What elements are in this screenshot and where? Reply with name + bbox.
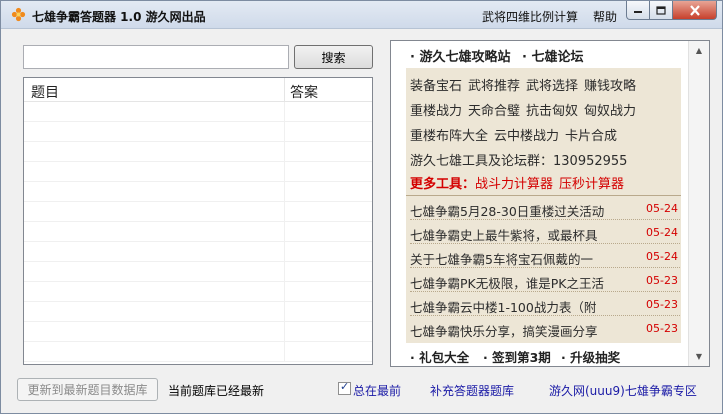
link-forum[interactable]: · 七雄论坛 [522,46,583,65]
news-title[interactable]: 关于七雄争霸5车将宝石佩戴的一 [410,249,593,268]
search-input[interactable] [23,45,289,69]
panel-top-links: · 游久七雄攻略站 · 七雄论坛 [391,41,688,67]
more-tools-label: 更多工具： [410,177,476,192]
link-general-recommend[interactable]: 武将推荐 [468,79,520,94]
search-button[interactable]: 搜索 [294,45,373,69]
menu-help[interactable]: 帮助 [593,8,617,25]
news-item[interactable]: 七雄争霸PK无极限，谁是PK之王活 05-23 [410,268,680,292]
forum-group-text: 游久七雄工具及论坛群：130952955 [410,154,628,169]
link-fate-combo[interactable]: 天命合璧 [468,104,520,119]
link-upgrade-lottery[interactable]: · 升级抽奖 [561,347,620,366]
app-window: 七雄争霸答题器 1.0 游久网出品 武将四维比例计算 帮助 搜索 题目 答案 ·… [0,0,723,414]
link-tower-power[interactable]: 重楼战力 [410,104,462,119]
empty-row [24,302,372,322]
link-strategy-site[interactable]: · 游久七雄攻略站 [410,46,510,65]
minimize-button[interactable] [626,1,650,20]
minimize-icon [634,11,642,13]
close-icon [689,4,700,16]
uuu9-zone-link[interactable]: 游久网(uuu9)七雄争霸专区 [549,382,697,399]
link-combat-calculator[interactable]: 战斗力计算器 [475,177,553,192]
news-item[interactable]: 关于七雄争霸5车将宝石佩戴的一 05-24 [410,244,680,268]
news-date: 05-23 [646,298,678,311]
column-header-question[interactable]: 题目 [31,82,59,102]
checkmark-icon: ✓ [340,380,350,393]
quick-links-box: 装备宝石 武将推荐 武将选择 赚钱攻略 重楼战力 天命合璧 抗击匈奴 匈奴战力 重楼布阵大全… [406,68,681,195]
news-date: 05-24 [646,250,678,263]
close-button[interactable] [673,1,717,20]
supplement-database-link[interactable]: 补充答题器题库 [430,382,514,399]
panel-scrollbar[interactable]: ▲ ▼ [688,41,709,366]
empty-row [24,342,372,362]
list-header: 题目 答案 [24,78,372,102]
link-gear-gems[interactable]: 装备宝石 [410,79,462,94]
menu-ratio-calculator[interactable]: 武将四维比例计算 [482,8,578,25]
news-item[interactable]: 七雄争霸快乐分享，搞笑漫画分享 05-23 [410,316,680,340]
update-database-button[interactable]: 更新到最新题目数据库 [17,378,158,401]
empty-row [24,222,372,242]
empty-row [24,102,372,122]
link-yunzhong-power[interactable]: 云中楼战力 [494,129,559,144]
question-list[interactable]: 题目 答案 [23,77,373,365]
link-general-choice[interactable]: 武将选择 [526,79,578,94]
empty-row [24,122,372,142]
link-xiongnu-power[interactable]: 匈奴战力 [584,104,636,119]
window-title: 七雄争霸答题器 1.0 游久网出品 [32,10,206,24]
news-date: 05-24 [646,202,678,215]
empty-row [24,142,372,162]
column-header-answer[interactable]: 答案 [290,82,318,102]
news-date: 05-23 [646,322,678,335]
news-title[interactable]: 七雄争霸快乐分享，搞笑漫画分享 [410,321,598,340]
orange-flower-icon [11,7,26,22]
news-item[interactable]: 七雄争霸云中楼1-100战力表（附 05-23 [410,292,680,316]
empty-row [24,282,372,302]
always-on-top-label[interactable]: 总在最前 [353,382,401,399]
news-item[interactable]: 七雄争霸5月28-30日重楼过关活动 05-24 [410,196,680,220]
empty-row [24,262,372,282]
link-seconds-calculator[interactable]: 压秒计算器 [559,177,624,192]
link-gift-packs[interactable]: · 礼包大全 [410,347,469,366]
link-card-synthesis[interactable]: 卡片合成 [565,129,617,144]
empty-row [24,202,372,222]
database-status: 当前题库已经最新 [168,384,265,398]
link-checkin[interactable]: · 签到第3期 [483,347,551,366]
news-title[interactable]: 七雄争霸史上最牛紫将，或最杯具 [410,225,598,244]
news-item[interactable]: 七雄争霸史上最牛紫将，或最杯具 05-24 [410,220,680,244]
always-on-top-checkbox[interactable]: ✓ [338,380,351,395]
news-title[interactable]: 七雄争霸云中楼1-100战力表（附 [410,297,596,316]
maximize-button[interactable] [650,1,673,20]
empty-row [24,242,372,262]
title-bar[interactable]: 七雄争霸答题器 1.0 游久网出品 武将四维比例计算 帮助 [1,1,722,29]
quick-links-row: 重楼布阵大全 云中楼战力 卡片合成 [410,125,623,144]
quick-links-row: 重楼战力 天命合璧 抗击匈奴 匈奴战力 [410,100,642,119]
news-panel: · 游久七雄攻略站 · 七雄论坛 装备宝石 武将推荐 武将选择 赚钱攻略 重楼战力 天命… [390,40,710,367]
scroll-down-arrow-icon[interactable]: ▼ [690,348,708,365]
empty-row [24,322,372,342]
panel-bottom-links: · 礼包大全 · 签到第3期 · 升级抽奖 [391,344,688,366]
news-list: 七雄争霸5月28-30日重楼过关活动 05-24 七雄争霸史上最牛紫将，或最杯具… [406,195,681,343]
empty-row [24,182,372,202]
link-fight-xiongnu[interactable]: 抗击匈奴 [526,104,578,119]
more-tools-row: 更多工具：战斗力计算器 压秒计算器 [410,173,630,192]
news-date: 05-23 [646,274,678,287]
column-divider[interactable] [284,78,285,101]
empty-row [24,162,372,182]
link-tower-formation[interactable]: 重楼布阵大全 [410,129,488,144]
scroll-up-arrow-icon[interactable]: ▲ [690,42,708,59]
maximize-icon [656,5,666,15]
link-money-guide[interactable]: 赚钱攻略 [584,79,636,94]
news-title[interactable]: 七雄争霸5月28-30日重楼过关活动 [410,201,604,220]
news-date: 05-24 [646,226,678,239]
news-title[interactable]: 七雄争霸PK无极限，谁是PK之王活 [410,273,604,292]
quick-links-row: 装备宝石 武将推荐 武将选择 赚钱攻略 [410,75,642,94]
